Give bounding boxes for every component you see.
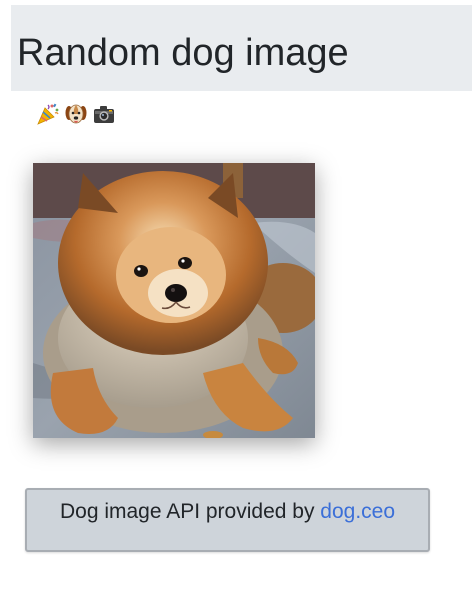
dog-image xyxy=(33,163,315,438)
page: Random dog image Dog image API provided … xyxy=(0,0,472,605)
party-popper-icon xyxy=(36,102,60,126)
emoji-row xyxy=(36,100,116,128)
footer-credit: Dog image API provided by dog.ceo xyxy=(27,500,428,524)
dog-ceo-link[interactable]: dog.ceo xyxy=(320,500,395,523)
page-title: Random dog image xyxy=(17,32,349,74)
camera-icon xyxy=(92,102,116,126)
footer-card: Dog image API provided by dog.ceo xyxy=(25,488,430,552)
page-header: Random dog image xyxy=(11,5,472,91)
dog-photo xyxy=(33,163,315,438)
dog-face-icon xyxy=(64,102,88,126)
footer-credit-text: Dog image API provided by xyxy=(59,500,321,523)
